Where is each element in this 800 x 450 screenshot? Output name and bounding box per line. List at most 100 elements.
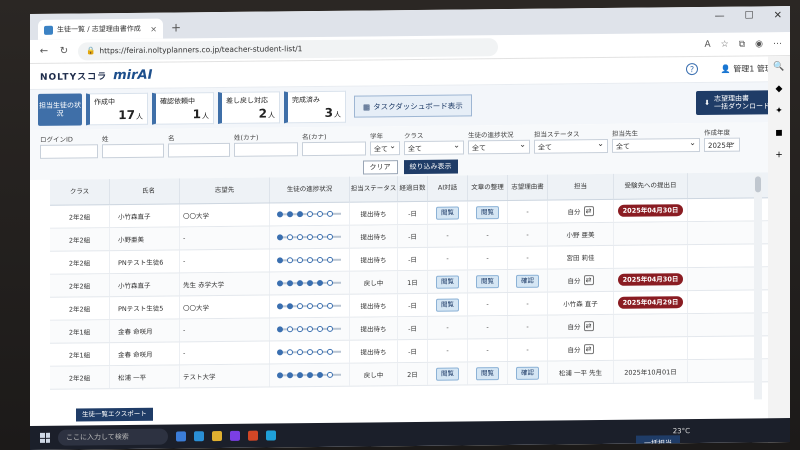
progress-step: [306, 303, 313, 310]
download-icon: ⬇: [704, 98, 710, 107]
cell-ai: -: [428, 247, 468, 270]
filter-select[interactable]: 全て: [612, 137, 700, 153]
file-explorer-icon[interactable]: [176, 431, 186, 442]
status-card-count: 3: [324, 105, 333, 120]
header-name[interactable]: 氏名: [110, 178, 180, 205]
filter-input[interactable]: [168, 142, 230, 158]
cell-name: 小竹森直子: [110, 204, 180, 228]
scrollbar-thumb[interactable]: [755, 176, 761, 193]
close-window-icon[interactable]: ✕: [774, 10, 782, 21]
empty-cell: -: [526, 207, 529, 216]
header-date[interactable]: 受験先への提出日: [614, 173, 688, 199]
add-icon[interactable]: +: [775, 150, 783, 160]
maximize-icon[interactable]: ☐: [745, 10, 754, 21]
filter-label: 生徒の進捗状況: [468, 130, 514, 140]
cell-progress: [270, 271, 350, 295]
windows-start-icon[interactable]: [40, 432, 50, 443]
view-doc-button[interactable]: 閲覧: [476, 366, 499, 380]
status-card-returned[interactable]: 差し戻し対応 2人: [218, 91, 280, 125]
header-doc: 文章の整理: [468, 174, 508, 201]
filter-button[interactable]: 絞り込み表示: [403, 159, 458, 175]
progress-step: [326, 325, 333, 332]
progress-step: [286, 234, 293, 241]
mail-icon[interactable]: [194, 431, 204, 442]
filter-select[interactable]: 全て: [534, 138, 608, 154]
filter-input[interactable]: [302, 141, 366, 157]
table-scrollbar[interactable]: [754, 174, 762, 400]
cell-school: 〇〇大学: [180, 295, 270, 319]
status-card-review-requested[interactable]: 確認依頼中 1人: [152, 92, 214, 125]
edge-icon[interactable]: [266, 430, 276, 441]
filter-select[interactable]: 2025年: [704, 137, 740, 152]
shopping-icon[interactable]: ◆: [776, 84, 783, 94]
filter-select[interactable]: 全て: [468, 139, 530, 155]
cell-progress: [270, 363, 350, 387]
url-field[interactable]: 🔒 https://feirai.noltyplanners.co.jp/tea…: [78, 37, 498, 60]
swap-owner-icon[interactable]: ⇄: [583, 344, 594, 355]
outlook-icon[interactable]: ◼: [775, 128, 782, 138]
cell-reason: 確認: [508, 269, 548, 292]
progress-step: [286, 211, 293, 218]
view-ai-button[interactable]: 閲覧: [436, 298, 459, 312]
clear-button[interactable]: クリア: [362, 160, 398, 175]
filter-input[interactable]: [40, 144, 98, 159]
cell-school: 〇〇大学: [180, 203, 270, 227]
cell-date: [614, 245, 688, 268]
cell-doc: -: [468, 315, 508, 339]
view-doc-button[interactable]: 閲覧: [476, 205, 499, 219]
search-icon[interactable]: 🔍: [773, 62, 784, 72]
view-ai-button[interactable]: 閲覧: [436, 275, 459, 289]
more-icon[interactable]: ⋯: [773, 39, 782, 49]
task-dashboard-button[interactable]: ▦ タスクダッシュボード表示: [354, 94, 472, 118]
bulk-download-button[interactable]: ⬇ 志望理由書 一括ダウンロード: [696, 90, 778, 116]
cell-class: 2年2組: [50, 228, 110, 251]
filter-input[interactable]: [234, 142, 298, 157]
cell-status: 戻し中: [350, 271, 398, 294]
check-reason-button[interactable]: 確認: [516, 366, 539, 380]
status-card-drafting[interactable]: 作成中 17人: [86, 92, 148, 126]
export-button[interactable]: 生徒一覧エクスポート: [76, 407, 153, 422]
filter-label: クラス: [404, 131, 424, 141]
logo-ai: mirAI: [113, 67, 153, 84]
swap-owner-icon[interactable]: ⇄: [583, 206, 594, 217]
filter-panel: ログインID 姓 名 姓(カナ) 名(カナ) 学年 クラス 生徒の進捗状況 担当ステータス 担当先…: [30, 122, 790, 180]
filter-label: ログインID: [40, 135, 73, 144]
cell-ai: 閲覧: [428, 293, 468, 316]
progress-step: [316, 348, 323, 355]
progress-step: [296, 257, 303, 264]
minimize-icon[interactable]: —: [715, 11, 725, 22]
check-reason-button[interactable]: 確認: [516, 274, 539, 288]
view-ai-button[interactable]: 閲覧: [436, 367, 459, 381]
cell-class: 2年2組: [50, 205, 110, 228]
header-school: 志望先: [180, 177, 270, 204]
folder-icon[interactable]: [212, 430, 222, 442]
swap-owner-icon[interactable]: ⇄: [583, 321, 594, 332]
empty-cell: -: [446, 254, 449, 263]
header-class[interactable]: クラス: [50, 179, 110, 205]
read-aloud-icon[interactable]: A: [704, 39, 710, 49]
collections-icon[interactable]: ⧉: [739, 39, 745, 49]
view-ai-button[interactable]: 閲覧: [436, 206, 459, 220]
filter-select[interactable]: 全て: [370, 141, 400, 156]
profile-icon[interactable]: ◉: [755, 39, 763, 49]
favorite-icon[interactable]: ☆: [721, 39, 729, 49]
powerpoint-icon[interactable]: [248, 430, 258, 441]
view-doc-button[interactable]: 閲覧: [476, 274, 499, 288]
swap-owner-icon[interactable]: ⇄: [583, 275, 594, 286]
new-tab-button[interactable]: +: [167, 18, 185, 36]
browser-tab[interactable]: 生徒一覧 / 志望理由書作成 ×: [38, 18, 163, 40]
cell-ai: -: [428, 339, 468, 362]
progress-step: [276, 234, 283, 241]
back-icon[interactable]: ←: [38, 46, 50, 57]
status-card-completed[interactable]: 完成済み 3人: [284, 90, 346, 124]
teams-icon[interactable]: [230, 430, 240, 441]
close-icon[interactable]: ×: [150, 24, 157, 33]
reload-icon[interactable]: ↻: [58, 46, 70, 57]
progress-step: [326, 348, 333, 355]
cell-progress: [270, 317, 350, 341]
filter-input[interactable]: [102, 143, 164, 159]
filter-select[interactable]: 全て: [404, 140, 464, 156]
tools-icon[interactable]: ✦: [775, 106, 783, 116]
help-icon[interactable]: ?: [686, 63, 698, 76]
taskbar-search[interactable]: ここに入力して検索: [58, 428, 168, 446]
